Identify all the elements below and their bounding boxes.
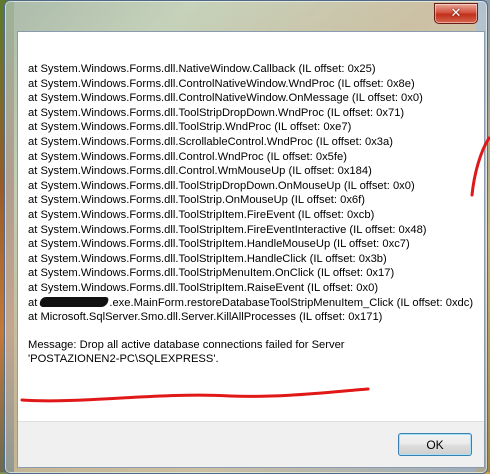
close-button[interactable]: ✕ xyxy=(434,3,478,24)
stack-line: at System.Windows.Forms.dll.ToolStrip.Wn… xyxy=(28,121,352,134)
stack-line: at System.Windows.Forms.dll.ToolStrip.On… xyxy=(28,194,365,207)
stack-line-redacted: at .exe.MainForm.restoreDatabaseToolStrip… xyxy=(28,296,478,311)
dialog-client-area: at System.Windows.Forms.dll.NativeWindow… xyxy=(17,31,485,468)
stack-line: at Microsoft.SqlServer.Smo.dll.Server.Ki… xyxy=(28,311,383,324)
error-dialog-window: ✕ at System.Windows.Forms.dll.NativeWind… xyxy=(4,0,488,474)
stack-line: at System.Windows.Forms.dll.ToolStripIte… xyxy=(28,223,427,236)
stack-line: at System.Windows.Forms.dll.ToolStripIte… xyxy=(28,238,410,251)
error-text: at System.Windows.Forms.dll.NativeWindow… xyxy=(28,62,478,367)
stack-line: at System.Windows.Forms.dll.ToolStripMen… xyxy=(28,267,395,280)
redacted-line-prefix: at xyxy=(28,296,38,309)
stack-line: at System.Windows.Forms.dll.ToolStripIte… xyxy=(28,281,379,294)
close-icon: ✕ xyxy=(450,6,462,21)
stack-line: at System.Windows.Forms.dll.ScrollableCo… xyxy=(28,135,393,148)
redacted-line-rest: .exe.MainForm.restoreDatabaseToolStripMe… xyxy=(109,296,474,309)
message-line: 'POSTAZIONEN2-PC\SQLEXPRESS'. xyxy=(28,353,219,366)
stack-line: at System.Windows.Forms.dll.ControlNativ… xyxy=(28,77,415,90)
redaction-mark xyxy=(39,296,110,307)
ok-button[interactable]: OK xyxy=(398,433,472,456)
message-line: Message: Drop all active database connec… xyxy=(28,338,345,351)
stack-line: at System.Windows.Forms.dll.ToolStripDro… xyxy=(28,106,405,119)
button-bar: OK xyxy=(18,421,484,467)
stack-line: at System.Windows.Forms.dll.Control.WmMo… xyxy=(28,165,372,178)
stack-line: at System.Windows.Forms.dll.ControlNativ… xyxy=(28,92,423,105)
stack-line: at System.Windows.Forms.dll.NativeWindow… xyxy=(28,63,376,75)
stack-line: at System.Windows.Forms.dll.ToolStripDro… xyxy=(28,179,415,192)
stack-line: at System.Windows.Forms.dll.ToolStripIte… xyxy=(28,252,387,265)
stack-line: at System.Windows.Forms.dll.Control.WndP… xyxy=(28,150,347,163)
stack-line: at System.Windows.Forms.dll.ToolStripIte… xyxy=(28,208,375,221)
